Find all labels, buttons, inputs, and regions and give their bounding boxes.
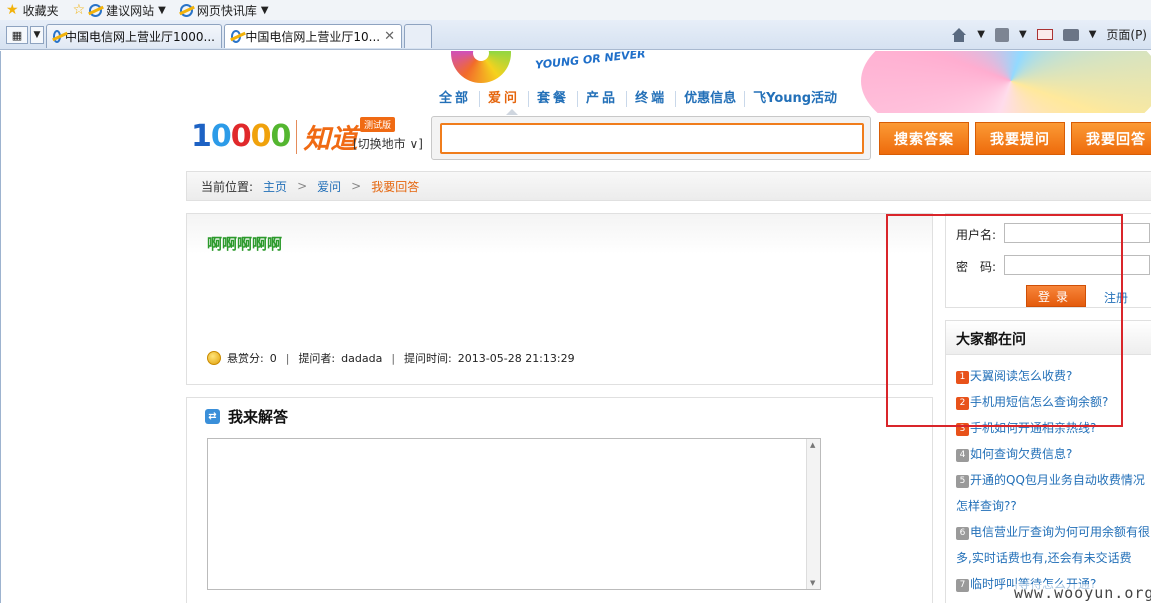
chevron-right-icon: > [351,179,362,193]
ie-icon [89,3,103,17]
chevron-down-icon: ▼ [260,4,269,16]
main-nav: 全部 爱问 套餐 产品 终端 优惠信息 飞Young活动 [439,91,845,107]
asker-value: dadada [341,351,383,365]
nav-aiwen[interactable]: 爱问 [479,91,528,107]
nav-offers[interactable]: 优惠信息 [675,91,744,107]
print-icon[interactable] [1062,28,1079,41]
watermark: www.wooyun.org [1014,584,1151,602]
page-menu[interactable]: 页面(P) [1106,26,1147,43]
nav-active-pointer [506,109,518,115]
chevron-down-icon[interactable]: ▼ [977,29,985,40]
search-answers-button[interactable]: 搜索答案 [879,122,969,155]
bounty-value: 0 [269,351,277,365]
answer-panel: ⇄ 我来解答 [186,397,933,603]
home-icon[interactable] [951,27,967,42]
chevron-down-icon[interactable]: ▼ [1089,29,1097,40]
nav-all[interactable]: 全部 [439,91,479,107]
quick-tabs-button[interactable]: ▦ [6,26,28,44]
bounty-label: 悬赏分: [227,352,264,365]
nav-packages[interactable]: 套餐 [528,91,577,107]
ie-icon [179,3,193,17]
nav-devices[interactable]: 终端 [626,91,675,107]
list-item[interactable]: 4 如何查询欠费信息? [956,441,1151,467]
tab-title: 中国电信网上营业厅1000... [65,30,215,44]
list-item[interactable]: 6 电信营业厅查询为何可用余额有很多,实时话费也有,还会有未交话费 [956,519,1151,571]
chevron-right-icon: > [297,179,308,193]
rss-icon[interactable] [994,27,1009,42]
tab-list-dropdown[interactable]: ▼ [30,26,44,44]
grid-icon: ▦ [11,28,23,42]
ie-icon [231,30,242,43]
question-title: 啊啊啊啊啊 [207,235,283,253]
answer-textarea[interactable] [207,438,821,590]
beta-badge: 测试版 [360,117,396,132]
command-bar: ▼ ▼ ▼ 页面(P) [951,26,1151,43]
banner-color-fan [861,51,1151,113]
answer-question-button[interactable]: 我要回答 [1071,122,1151,155]
logo-divider [296,119,298,154]
list-item[interactable]: 5 开通的QQ包月业务自动收费情况怎样查询?? [956,467,1151,519]
swap-icon: ⇄ [205,409,220,424]
favorites-bar: ★ 收藏夹 ☆ 建议网站 ▼ 网页快讯库 ▼ [0,0,1151,20]
question-meta: 悬赏分: 0 | 提问者: dadada | 提问时间: 2013-05-28 21:… [207,350,575,366]
time-value: 2013-05-28 21:13:29 [457,351,575,365]
logo-10000: 10000 [191,119,291,154]
breadcrumb-current: 我要回答 [371,179,420,194]
coins-icon [207,351,221,365]
search-input[interactable] [440,123,864,154]
logo-zhidao: 知道 [303,124,358,155]
time-label: 提问时间: [404,352,452,365]
chevron-down-icon[interactable]: ▼ [1019,29,1027,40]
breadcrumb: 当前位置: 主页 > 爱问 > 我要回答 [186,171,1151,201]
add-favorite-icon: ☆ [72,2,86,18]
tab-title: 中国电信网上营业厅10... [245,30,381,44]
tab-bar: ▦ ▼ 中国电信网上营业厅1000... 中国电信网上营业厅10... ✕ ▼ … [0,20,1151,50]
mail-icon[interactable] [1036,29,1053,40]
star-icon: ★ [6,2,19,18]
ask-question-button[interactable]: 我要提问 [975,122,1065,155]
highlight-annotation [886,214,1123,427]
fav-link-web-slice-gallery[interactable]: 网页快讯库 ▼ [179,2,269,19]
browser-tab-2[interactable]: 中国电信网上营业厅10... ✕ [224,24,402,48]
new-tab-button[interactable] [404,24,432,48]
breadcrumb-label: 当前位置: [201,179,254,194]
favorites-button[interactable]: ★ 收藏夹 [6,2,59,19]
asker-label: 提问者: [298,352,336,365]
web-page: YOUNG OR NEVER 全部 爱问 套餐 产品 终端 优惠信息 飞Youn… [0,51,1151,603]
ie-icon [53,30,62,43]
banner-slogan: YOUNG OR NEVER [534,51,647,72]
textarea-scrollbar[interactable] [806,439,820,589]
nav-products[interactable]: 产品 [577,91,626,107]
nav-feiyoung[interactable]: 飞Young活动 [744,91,845,107]
search-container [431,116,871,160]
breadcrumb-aiwen[interactable]: 爱问 [317,178,341,195]
banner-disc-graphic [451,51,511,83]
question-panel: 啊啊啊啊啊 悬赏分: 0 | 提问者: dadada | 提问时间: 2013-05-… [186,213,933,385]
close-icon[interactable]: ✕ [384,29,395,44]
browser-tab-1[interactable]: 中国电信网上营业厅1000... [46,24,222,48]
breadcrumb-home[interactable]: 主页 [263,178,287,195]
fav-link-suggested-sites[interactable]: ☆ 建议网站 ▼ [73,2,166,19]
city-switch-link[interactable]: [切换地市 ∨] [353,135,423,152]
chevron-down-icon: ▼ [33,30,41,40]
site-logo[interactable]: 10000 知道 测试版 [切换地市 ∨] [191,117,423,156]
chevron-down-icon: ▼ [158,4,166,16]
answer-heading: ⇄ 我来解答 [205,406,288,427]
